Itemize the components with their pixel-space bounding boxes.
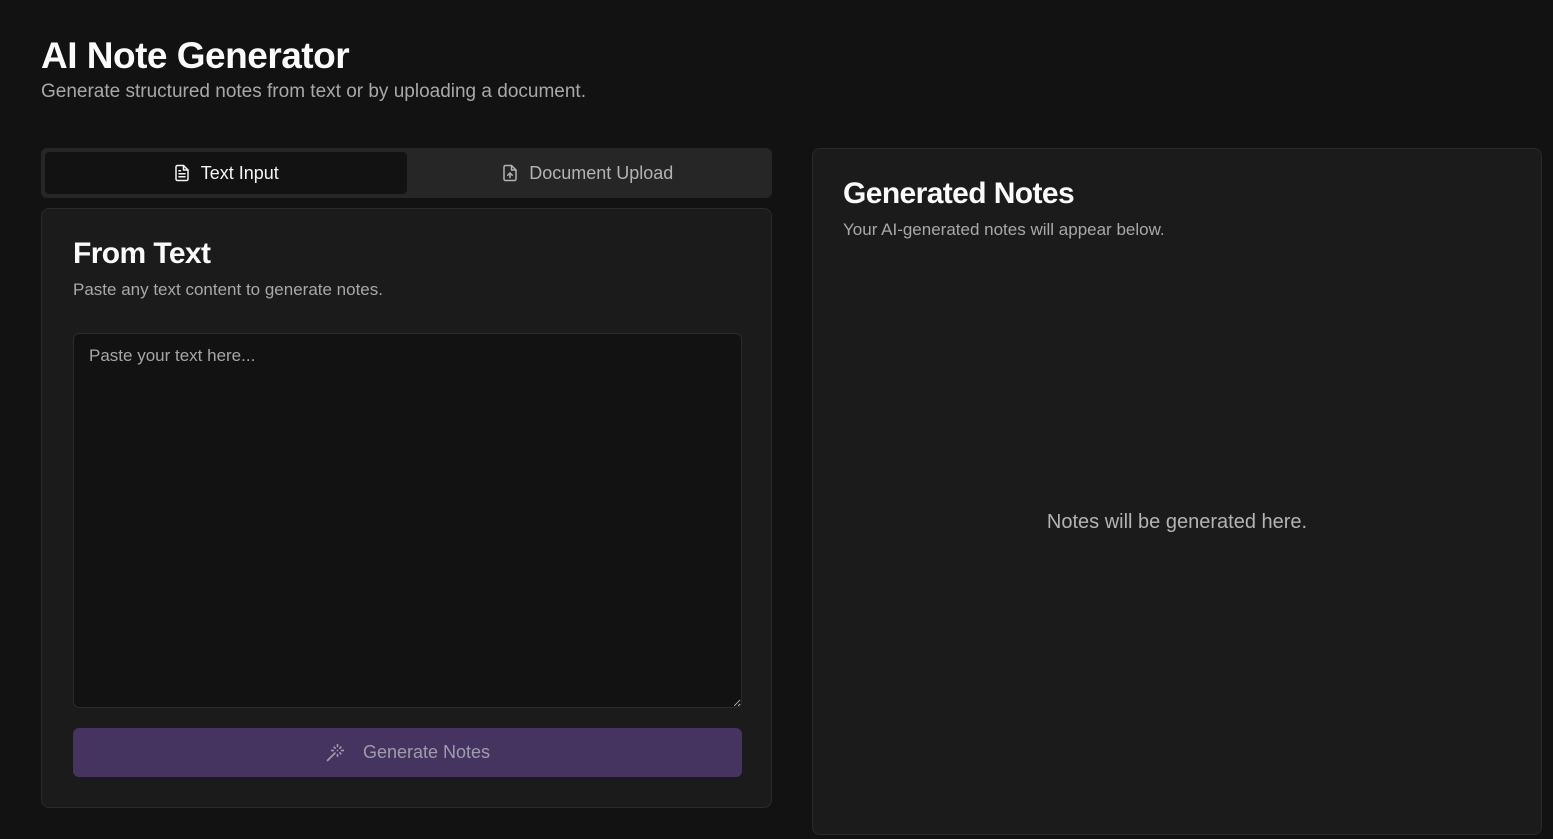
file-text-icon (174, 164, 189, 182)
text-input-field[interactable] (73, 333, 742, 708)
card-title: Generated Notes (843, 177, 1075, 210)
tab-text-input[interactable]: Text Input (45, 152, 407, 194)
generate-notes-button[interactable]: Generate Notes (73, 728, 742, 777)
tab-label: Document Upload (529, 162, 674, 183)
text-input-card: From Text Paste any text content to gene… (41, 208, 772, 808)
card-title: From Text (73, 237, 211, 270)
tab-document-upload[interactable]: Document Upload (407, 152, 769, 194)
card-description: Your AI-generated notes will appear belo… (843, 220, 1165, 239)
generated-notes-card: Generated Notes Your AI-generated notes … (812, 148, 1542, 835)
notes-empty-state: Notes will be generated here. (1046, 511, 1308, 533)
page-subtitle: Generate structured notes from text or b… (41, 81, 586, 102)
page-title: AI Note Generator (41, 35, 350, 76)
button-label: Generate Notes (362, 742, 491, 762)
magic-wand-icon (326, 743, 345, 761)
tab-label: Text Input (200, 162, 279, 183)
page-header: AI Note Generator Generate structured no… (41, 34, 586, 104)
card-description: Paste any text content to generate notes… (73, 280, 383, 299)
input-mode-tabs: Text Input Document Upload (41, 148, 772, 198)
file-upload-icon (503, 164, 517, 182)
